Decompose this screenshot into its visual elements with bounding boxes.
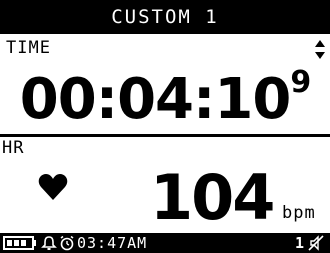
heart-rate-unit: bpm <box>282 203 316 223</box>
heart-rate-value: 104 <box>150 161 275 234</box>
time-field: TIME 00:04:109 <box>0 34 330 134</box>
heart-icon <box>38 174 68 200</box>
page-title-text: CUSTOM 1 <box>111 6 219 28</box>
heart-rate-label: HR <box>2 138 25 158</box>
device-screen: CUSTOM 1 TIME 00:04:109 HR 104 bpm 03:47… <box>0 0 330 253</box>
page-title: CUSTOM 1 <box>0 0 330 34</box>
status-bar: 03:47AM 1 <box>0 233 330 253</box>
alarm-clock-icon <box>60 235 74 251</box>
battery-icon <box>3 236 36 250</box>
bell-icon <box>41 236 57 250</box>
page-number: 1 <box>294 234 304 252</box>
up-down-arrows-icon[interactable] <box>314 39 326 61</box>
time-value-fraction: 9 <box>290 65 311 100</box>
mute-icon <box>308 235 324 251</box>
time-label: TIME <box>6 38 51 58</box>
time-value: 00:04:109 <box>0 65 330 139</box>
time-value-main: 00:04:10 <box>19 67 292 132</box>
heart-rate-field: HR 104 bpm <box>0 137 330 233</box>
clock-time: 03:47AM <box>77 234 148 252</box>
